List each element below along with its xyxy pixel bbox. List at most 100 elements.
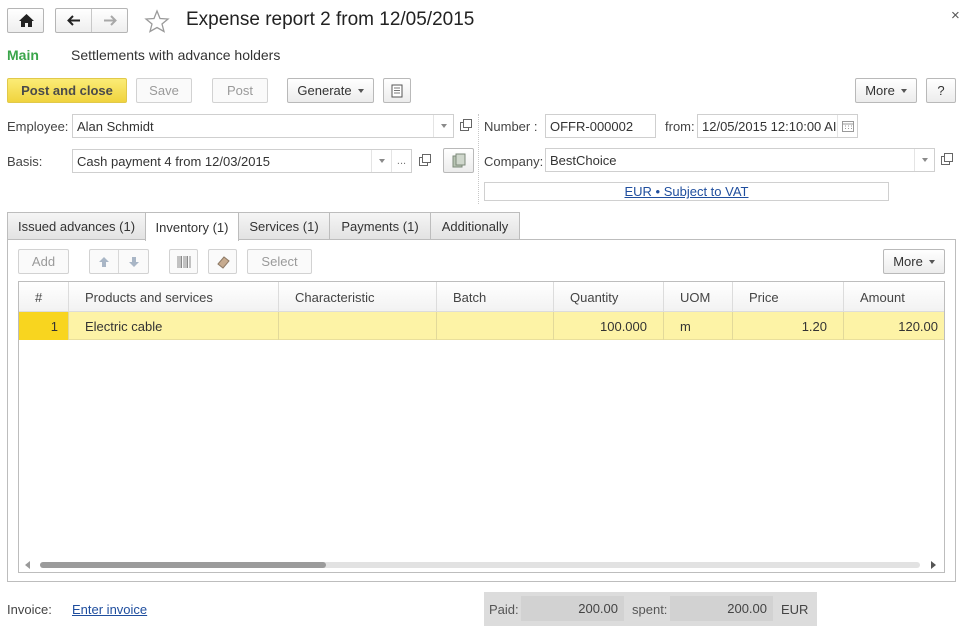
basis-field[interactable]: Cash payment 4 from 12/03/2015 ... (72, 149, 412, 173)
post-and-close-button[interactable]: Post and close (7, 78, 127, 103)
table-more-button[interactable]: More (883, 249, 945, 274)
company-dropdown-button[interactable] (914, 149, 934, 171)
table-more-label: More (893, 254, 923, 269)
help-button[interactable]: ? (926, 78, 956, 103)
chevron-down-icon (440, 124, 447, 128)
home-button[interactable] (7, 8, 44, 33)
open-icon (940, 152, 953, 165)
section-settlements[interactable]: Settlements with advance holders (71, 47, 280, 63)
calendar-button[interactable] (837, 115, 857, 137)
enter-invoice-link[interactable]: Enter invoice (72, 602, 147, 617)
open-icon (418, 153, 431, 166)
basis-label: Basis: (7, 154, 43, 169)
company-value: BestChoice (550, 152, 617, 168)
tab-payments[interactable]: Payments (1) (329, 212, 431, 240)
number-field[interactable]: OFFR-000002 (545, 114, 656, 138)
paid-label: Paid: (489, 602, 519, 617)
row-amount-cell[interactable]: 120.00 (844, 312, 944, 340)
star-icon[interactable] (144, 9, 170, 33)
currency-box: EUR • Subject to VAT (484, 182, 889, 201)
company-open-button[interactable] (935, 149, 955, 171)
invoice-label: Invoice: (7, 602, 52, 617)
move-buttons (89, 249, 149, 274)
post-button[interactable]: Post (212, 78, 268, 103)
number-label: Number : (484, 119, 538, 134)
generate-label: Generate (297, 83, 352, 98)
section-main[interactable]: Main (7, 47, 39, 63)
calendar-icon (841, 120, 854, 132)
column-header-amount[interactable]: Amount (844, 282, 944, 312)
barcode-icon (177, 255, 190, 268)
row-number-cell[interactable]: 1 (19, 312, 69, 340)
basis-value: Cash payment 4 from 12/03/2015 (77, 153, 270, 169)
date-field[interactable]: 12/05/2015 12:10:00 AI (697, 114, 858, 138)
fill-by-basis-button[interactable] (443, 148, 474, 173)
tab-inventory[interactable]: Inventory (1) (145, 212, 239, 241)
employee-field[interactable]: Alan Schmidt (72, 114, 454, 138)
barcode-button[interactable] (169, 249, 198, 274)
scrollbar-thumb[interactable] (40, 562, 326, 568)
save-button[interactable]: Save (136, 78, 192, 103)
more-button[interactable]: More (855, 78, 917, 103)
company-field[interactable]: BestChoice (545, 148, 935, 172)
row-product-cell[interactable]: Electric cable (69, 312, 279, 340)
tab-issued-advances[interactable]: Issued advances (1) (7, 212, 146, 240)
company-label: Company: (484, 154, 544, 169)
home-icon (19, 14, 34, 27)
select-button[interactable]: Select (247, 249, 312, 274)
move-down-button[interactable] (119, 250, 148, 273)
chevron-down-icon (921, 158, 928, 162)
basis-dropdown-button[interactable] (371, 150, 391, 172)
employee-value: Alan Schmidt (77, 118, 154, 134)
add-button[interactable]: Add (18, 249, 69, 274)
more-label: More (865, 83, 895, 98)
currency-vat-link[interactable]: EUR • Subject to VAT (624, 184, 748, 199)
chevron-down-icon (357, 88, 364, 93)
page-title: Expense report 2 from 12/05/2015 (186, 9, 475, 30)
horizontal-scrollbar[interactable] (19, 557, 944, 572)
column-header-products[interactable]: Products and services (69, 282, 279, 312)
scroll-left-icon[interactable] (25, 561, 31, 569)
arrow-down-icon (128, 256, 139, 267)
arrow-right-icon (104, 15, 117, 26)
currency-label: EUR (781, 602, 809, 617)
close-icon[interactable]: × (951, 7, 960, 24)
chevron-down-icon (378, 159, 385, 163)
history-nav (55, 8, 128, 33)
scroll-right-icon[interactable] (931, 561, 937, 569)
from-label: from: (665, 119, 695, 134)
paid-value: 200.00 (521, 596, 624, 621)
row-price-cell[interactable]: 1.20 (733, 312, 844, 340)
fill-documents-icon (452, 153, 465, 167)
basis-open-button[interactable] (413, 150, 433, 172)
row-batch-cell[interactable] (437, 312, 554, 340)
spent-value: 200.00 (670, 596, 773, 621)
column-header-number[interactable]: # (19, 282, 69, 312)
print-button[interactable] (383, 78, 411, 103)
document-icon (391, 84, 403, 97)
tab-services[interactable]: Services (1) (238, 212, 330, 240)
date-value: 12/05/2015 12:10:00 AI (702, 118, 837, 134)
column-header-uom[interactable]: UOM (664, 282, 733, 312)
column-header-quantity[interactable]: Quantity (554, 282, 664, 312)
column-header-characteristic[interactable]: Characteristic (279, 282, 437, 312)
chevron-down-icon (900, 88, 907, 93)
spent-label: spent: (632, 602, 668, 617)
pick-button[interactable] (208, 249, 237, 274)
move-up-button[interactable] (90, 250, 119, 273)
forward-button[interactable] (92, 9, 128, 32)
row-uom-cell[interactable]: m (664, 312, 733, 340)
column-header-batch[interactable]: Batch (437, 282, 554, 312)
column-header-price[interactable]: Price (733, 282, 844, 312)
employee-label: Employee: (7, 119, 69, 134)
basis-select-button[interactable]: ... (391, 150, 411, 172)
back-button[interactable] (56, 9, 92, 32)
tab-additionally[interactable]: Additionally (430, 212, 520, 240)
row-quantity-cell[interactable]: 100.000 (554, 312, 664, 340)
tag-icon (216, 255, 230, 269)
employee-dropdown-button[interactable] (433, 115, 453, 137)
row-characteristic-cell[interactable] (279, 312, 437, 340)
generate-button[interactable]: Generate (287, 78, 374, 103)
employee-open-button[interactable] (454, 115, 474, 137)
arrow-left-icon (67, 15, 80, 26)
